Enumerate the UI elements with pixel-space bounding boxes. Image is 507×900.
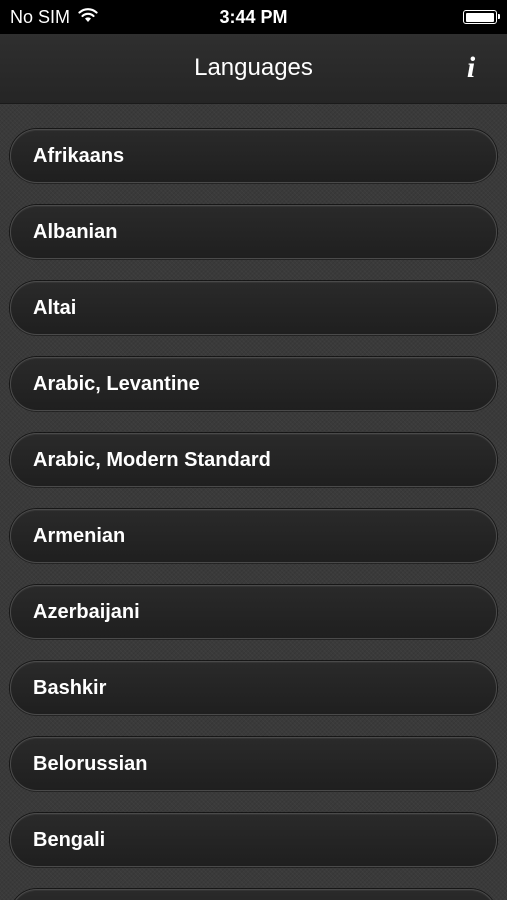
list-item[interactable]: Altai — [10, 281, 497, 335]
battery-tip — [497, 14, 500, 19]
list-item[interactable]: Belorussian — [10, 737, 497, 791]
list-item-label: Arabic, Modern Standard — [33, 449, 271, 471]
status-bar: No SIM 3:44 PM — [0, 0, 507, 34]
list-item-label: Armenian — [33, 525, 126, 547]
info-button[interactable]: i — [457, 48, 485, 88]
list-item-label: Azerbaijani — [33, 601, 140, 623]
battery-fill — [465, 12, 494, 22]
list-item-label: Arabic, Levantine — [33, 373, 200, 395]
list-item[interactable]: Armenian — [10, 509, 497, 563]
list-item[interactable]: Arabic, Modern Standard — [10, 433, 497, 487]
list-item[interactable]: Arabic, Levantine — [10, 357, 497, 411]
list-item-label: Albanian — [33, 221, 118, 243]
status-time: 3:44 PM — [219, 7, 288, 27]
list-item-label: Afrikaans — [33, 145, 125, 167]
list-item-label: Belorussian — [33, 753, 148, 775]
list-item-label: Bashkir — [33, 677, 107, 699]
list-item[interactable]: Bengali — [10, 813, 497, 867]
language-list[interactable]: Afrikaans Albanian Altai Arabic, Levantine A… — [0, 103, 507, 900]
list-item[interactable] — [10, 889, 497, 900]
list-item[interactable]: Azerbaijani — [10, 585, 497, 639]
list-item[interactable]: Albanian — [10, 205, 497, 259]
nav-bar: Languages i — [0, 34, 507, 104]
page-title: Languages — [194, 54, 313, 81]
battery-icon — [463, 10, 500, 24]
list-item[interactable]: Afrikaans — [10, 129, 497, 183]
list-item[interactable]: Bashkir — [10, 661, 497, 715]
list-item-label: Altai — [33, 297, 77, 319]
list-item-label: Bengali — [33, 829, 106, 851]
screen: No SIM 3:44 PM Languages i Afrikaans Alba… — [0, 0, 507, 900]
